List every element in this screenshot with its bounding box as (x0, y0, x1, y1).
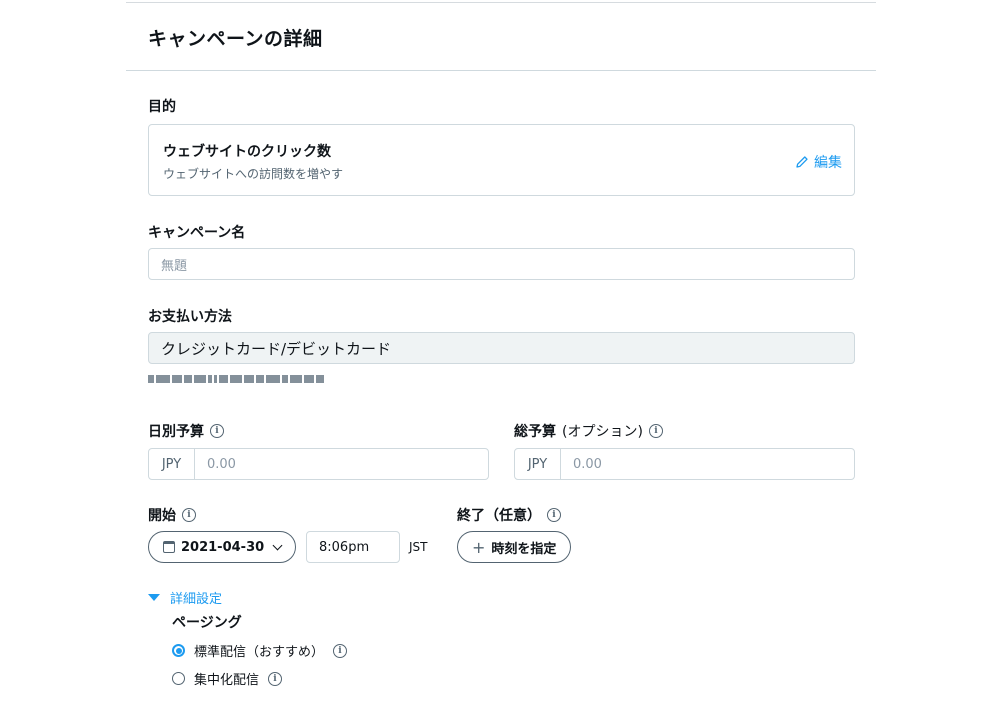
objective-title: ウェブサイトのクリック数 (163, 144, 331, 160)
pacing-option-standard[interactable]: 標準配信（おすすめ） i (172, 641, 348, 660)
chevron-down-icon (272, 540, 283, 550)
advanced-settings-label: 詳細設定 (170, 592, 223, 607)
radio-selected[interactable] (172, 644, 185, 657)
objective-label: 目的 (148, 96, 176, 116)
total-budget-label-text: 総予算 (514, 424, 556, 440)
calendar-icon (163, 541, 175, 553)
set-end-time-button[interactable]: + 時刻を指定 (457, 531, 572, 563)
total-budget-label: 総予算 (オプション) i (514, 421, 663, 441)
info-icon[interactable]: i (268, 671, 283, 686)
title-divider (126, 70, 876, 71)
start-date-value: 2021-04-30 (181, 539, 265, 555)
redacted-payment-details (148, 374, 324, 384)
start-label-text: 開始 (148, 508, 176, 524)
start-time-input[interactable]: 8:06pm (306, 531, 400, 563)
payment-label-text: お支払い方法 (148, 309, 232, 325)
start-label: 開始 i (148, 505, 196, 525)
currency-label: JPY (515, 449, 561, 479)
optional-tag: (オプション) (562, 424, 643, 440)
triangle-down-icon (148, 594, 160, 601)
info-icon[interactable]: i (333, 643, 348, 658)
set-end-time-label: 時刻を指定 (491, 541, 557, 557)
pacing-option-label: 標準配信（おすすめ） (194, 645, 325, 660)
daily-budget-input[interactable]: JPY 0.00 (148, 448, 489, 480)
pacing-option-accelerated[interactable]: 集中化配信 i (172, 669, 283, 688)
timezone-label: JST (409, 540, 428, 554)
end-label-text: 終了（任意） (457, 508, 541, 524)
currency-label: JPY (149, 449, 195, 479)
campaign-name-label-text: キャンペーン名 (148, 225, 246, 241)
objective-label-text: 目的 (148, 99, 176, 115)
page-title: キャンペーンの詳細 (148, 28, 323, 50)
pacing-label: ページング (172, 615, 242, 631)
info-icon[interactable]: i (182, 508, 196, 522)
total-budget-input[interactable]: JPY 0.00 (514, 448, 855, 480)
campaign-name-input[interactable]: 無題 (148, 248, 855, 280)
payment-method-value: クレジットカード/デビットカード (161, 339, 392, 358)
info-icon[interactable]: i (210, 424, 224, 438)
daily-budget-value: 0.00 (207, 456, 236, 472)
start-time-value: 8:06pm (319, 539, 370, 555)
advanced-settings-toggle[interactable]: 詳細設定 (148, 588, 222, 607)
total-budget-value: 0.00 (573, 456, 602, 472)
objective-description: ウェブサイトへの訪問数を増やす (163, 167, 344, 181)
daily-budget-label-text: 日別予算 (148, 424, 204, 440)
pencil-icon (796, 156, 808, 168)
pacing-option-label: 集中化配信 (194, 673, 260, 688)
payment-label: お支払い方法 (148, 306, 232, 326)
edit-label: 編集 (814, 155, 842, 171)
campaign-details-panel: キャンペーンの詳細 目的 ウェブサイトのクリック数 ウェブサイトへの訪問数を増や… (126, 0, 876, 709)
edit-objective-button[interactable]: 編集 (795, 152, 842, 172)
campaign-name-placeholder: 無題 (161, 258, 188, 274)
radio-unselected[interactable] (172, 672, 185, 685)
end-label: 終了（任意） i (457, 505, 561, 525)
daily-budget-label: 日別予算 i (148, 421, 224, 441)
campaign-name-label: キャンペーン名 (148, 222, 245, 242)
info-icon[interactable]: i (547, 508, 561, 522)
plus-icon: + (472, 537, 486, 557)
top-divider (126, 2, 876, 3)
payment-method-field: クレジットカード/デビットカード (148, 332, 855, 364)
info-icon[interactable]: i (648, 424, 663, 438)
objective-card: ウェブサイトのクリック数 ウェブサイトへの訪問数を増やす 編集 (148, 124, 855, 196)
start-date-picker[interactable]: 2021-04-30 (148, 531, 297, 563)
